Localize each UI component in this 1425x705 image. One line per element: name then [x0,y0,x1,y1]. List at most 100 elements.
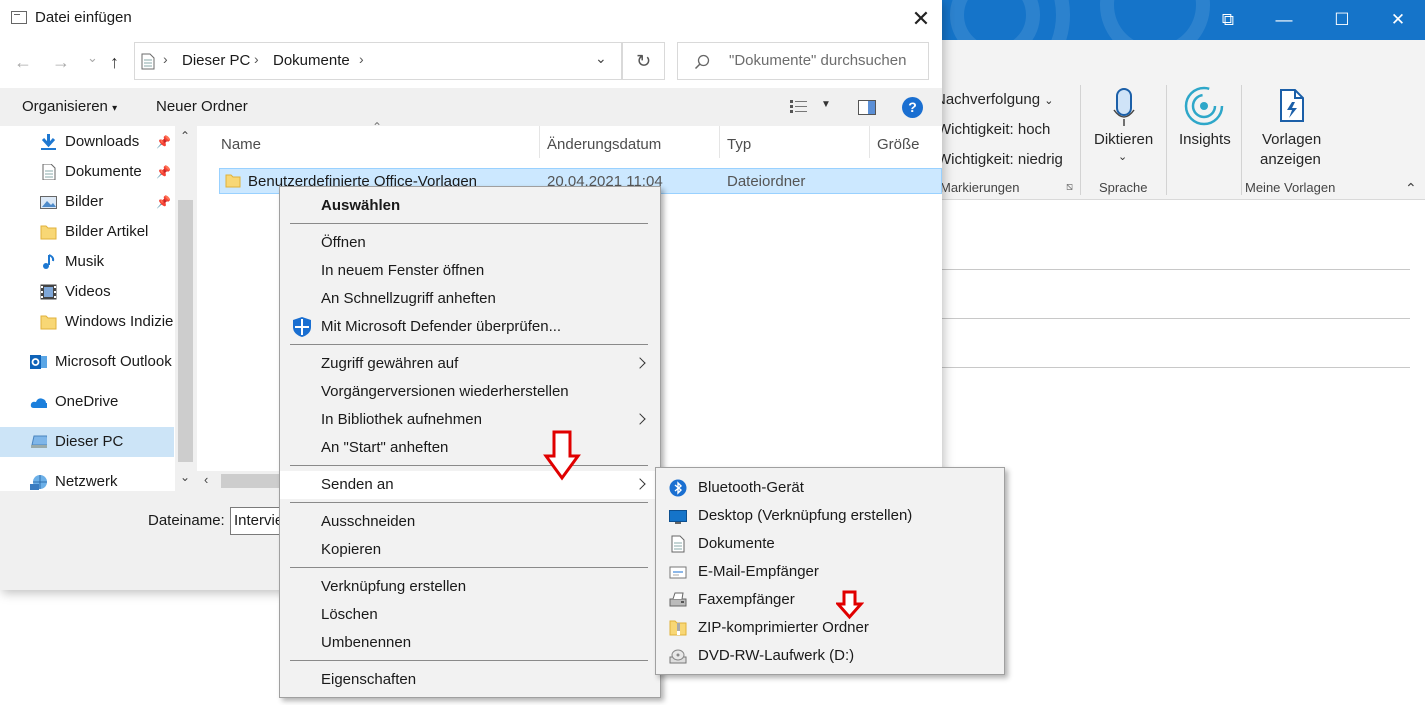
column-header-size[interactable]: Größe [877,136,920,153]
pin-icon: 📌 [156,165,171,179]
outlook-titlebar: ⧉ — ☐ ✕ [940,0,1425,40]
scroll-down-icon[interactable]: ⌄ [180,470,190,484]
close-button[interactable]: ✕ [1384,6,1412,34]
up-button[interactable]: ↑ [110,52,119,73]
group-voice-label: Sprache [1099,180,1148,195]
templates-button-line2[interactable]: anzeigen [1260,151,1321,168]
breadcrumb-documents[interactable]: Dokumente [273,52,350,69]
column-header-type[interactable]: Typ [727,136,751,153]
importance-low-button[interactable]: Wichtigkeit: niedrig [937,151,1063,168]
context-menu: Auswählen Öffnen In neuem Fenster öffnen An… [279,186,661,698]
send-to-item-0[interactable]: Bluetooth-Gerät [656,474,1004,502]
send-to-item-6[interactable]: DVD-RW-Laufwerk (D:) [656,642,1004,670]
breadcrumb-chevron-icon[interactable]: › [359,51,364,67]
chevron-right-icon [635,406,647,434]
menu-item-15[interactable]: Kopieren [280,536,660,564]
documents-icon [42,164,56,180]
preview-pane-icon[interactable] [858,100,876,115]
menu-item-19[interactable]: Umbenennen [280,629,660,657]
menu-item-7[interactable]: Zugriff gewähren auf [280,350,660,378]
menu-item-17[interactable]: Verknüpfung erstellen [280,573,660,601]
recent-locations-dropdown[interactable]: ⌄ [87,50,98,66]
menu-item-12[interactable]: Senden an [280,471,660,499]
folder-icon [40,315,57,330]
scroll-up-icon[interactable]: ⌃ [180,129,190,143]
view-options-dropdown[interactable]: ▼ [821,99,831,110]
divider [940,367,1410,368]
dialog-toolbar: Organisieren ▾ Neuer Ordner ▼ ? [0,88,942,126]
scrollbar-thumb[interactable] [178,200,193,462]
menu-item-8[interactable]: Vorgängerversionen wiederherstellen [280,378,660,406]
address-history-dropdown[interactable]: ⌄ [595,50,607,67]
folder-icon [225,174,241,188]
help-button[interactable]: ? [902,97,923,118]
maximize-button[interactable]: ☐ [1328,6,1356,34]
send-to-item-2[interactable]: Dokumente [656,530,1004,558]
organize-button[interactable]: Organisieren ▾ [22,98,117,115]
outlook-icon [30,355,47,369]
minimize-button[interactable]: — [1270,6,1298,34]
send-to-item-3[interactable]: E-Mail-Empfänger [656,558,1004,586]
menu-item-9[interactable]: In Bibliothek aufnehmen [280,406,660,434]
send-to-item-label: Desktop (Verknüpfung erstellen) [698,507,913,524]
restore-window-icon[interactable]: ⧉ [1214,6,1242,34]
menu-item-label: Verknüpfung erstellen [321,578,467,595]
send-to-item-label: Dokumente [698,535,775,552]
menu-item-5[interactable]: Mit Microsoft Defender überprüfen... [280,313,660,341]
scrollbar-thumb[interactable] [221,474,281,488]
send-to-item-4[interactable]: Faxempfänger [656,586,1004,614]
search-icon [694,54,710,70]
new-folder-button[interactable]: Neuer Ordner [156,98,248,115]
menu-item-label: An "Start" anheften [321,439,449,456]
zip-folder-icon [669,620,687,636]
send-to-item-1[interactable]: Desktop (Verknüpfung erstellen) [656,502,1004,530]
column-header-date[interactable]: Änderungsdatum [547,136,661,153]
refresh-button[interactable]: ↻ [622,42,665,80]
send-to-item-5[interactable]: ZIP-komprimierter Ordner [656,614,1004,642]
chevron-down-icon[interactable]: ⌄ [1118,150,1127,163]
this-pc-icon [31,435,47,448]
breadcrumb-chevron-icon[interactable]: › [163,51,168,67]
menu-item-21[interactable]: Eigenschaften [280,666,660,694]
templates-icon [1280,89,1304,122]
menu-item-3[interactable]: In neuem Fenster öffnen [280,257,660,285]
column-header-name[interactable]: Name [221,136,261,153]
menu-separator [290,344,648,345]
chevron-right-icon [635,350,647,378]
menu-item-2[interactable]: Öffnen [280,229,660,257]
templates-button-line1[interactable]: Vorlagen [1262,131,1321,148]
music-icon [43,254,55,269]
importance-high-button[interactable]: Wichtigkeit: hoch [937,121,1050,138]
desktop-icon [669,510,687,524]
nav-pane-scrollbar[interactable]: ⌃ ⌄ [175,126,196,491]
menu-item-10[interactable]: An "Start" anheften [280,434,660,462]
back-button[interactable]: ← [14,52,32,73]
divider [940,318,1410,319]
dictate-button[interactable]: Diktieren [1094,131,1153,148]
fax-icon [669,592,687,607]
collapse-ribbon-icon[interactable]: ⌃ [1405,180,1417,197]
menu-item-14[interactable]: Ausschneiden [280,508,660,536]
view-details-icon[interactable] [790,100,808,114]
navigation-pane: Downloads 📌 Dokumente 📌 Bilder 📌 Bilder … [0,126,196,491]
menu-item-18[interactable]: Löschen [280,601,660,629]
scroll-left-icon[interactable]: ‹ [204,472,208,487]
menu-item-label: Auswählen [321,197,401,214]
dialog-close-button[interactable]: ✕ [906,4,936,34]
breadcrumb-this-pc[interactable]: Dieser PC [182,52,250,69]
send-to-item-label: E-Mail-Empfänger [698,563,819,580]
dialog-launcher-icon[interactable]: ⧅ [1066,181,1073,194]
breadcrumb-chevron-icon[interactable]: › [254,51,259,67]
menu-item-label: Zugriff gewähren auf [321,355,459,372]
search-box[interactable]: "Dokumente" durchsuchen [677,42,929,80]
tracking-button[interactable]: Nachverfolgung ⌄ [935,91,1053,108]
send-to-item-label: Bluetooth-Gerät [698,479,804,496]
forward-button[interactable]: → [52,52,70,73]
insights-button[interactable]: Insights [1179,131,1231,148]
address-bar[interactable]: › Dieser PC › Dokumente › ⌄ [134,42,622,80]
search-input[interactable]: "Dokumente" durchsuchen [729,52,906,69]
menu-item-label: Löschen [321,606,378,623]
menu-item-4[interactable]: An Schnellzugriff anheften [280,285,660,313]
menu-item-0[interactable]: Auswählen [280,192,660,220]
menu-item-label: In neuem Fenster öffnen [321,262,485,279]
